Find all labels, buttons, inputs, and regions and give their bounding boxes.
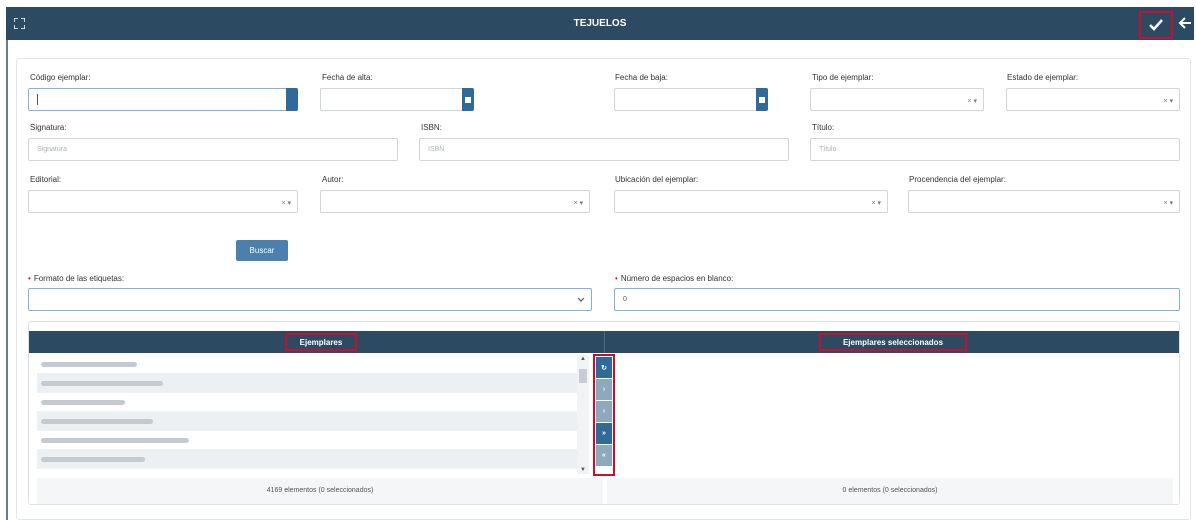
espacios-input[interactable]: 0 xyxy=(614,288,1180,311)
transfer-controls: ↻ › ‹ » « xyxy=(593,354,615,476)
title-bar: TEJUELOS xyxy=(6,7,1194,40)
list-item[interactable] xyxy=(37,374,585,393)
signatura-input[interactable]: Signatura xyxy=(28,138,398,161)
selected-list[interactable] xyxy=(618,355,1179,476)
procedencia-select[interactable]: × ▾ xyxy=(908,190,1180,213)
refresh-button[interactable]: ↻ xyxy=(596,357,612,378)
available-list-title: Ejemplares xyxy=(285,333,357,351)
selected-list-title: Ejemplares seleccionados xyxy=(819,333,967,351)
fecha-alta-label: Fecha de alta: xyxy=(322,73,373,82)
list-item[interactable] xyxy=(37,393,585,412)
isbn-input[interactable]: ISBN xyxy=(419,138,789,161)
available-count: 4169 elementos (0 seleccionados) xyxy=(37,478,603,504)
scroll-up-icon[interactable]: ▲ xyxy=(580,356,586,362)
isbn-label: ISBN: xyxy=(421,123,442,132)
text-cursor xyxy=(37,94,38,105)
espacios-value: 0 xyxy=(623,296,627,303)
formato-label: • Formato de las etiquetas: xyxy=(28,274,125,283)
formato-select[interactable] xyxy=(28,288,592,311)
required-mark: • xyxy=(28,274,31,283)
autor-select[interactable]: × ▾ xyxy=(320,190,590,213)
tipo-ejemplar-label: Tipo de ejemplar: xyxy=(812,73,874,82)
codigo-ejemplar-input[interactable] xyxy=(28,88,298,111)
selector-header: Ejemplares Ejemplares seleccionados xyxy=(29,331,1179,353)
ubicacion-select[interactable]: × ▾ xyxy=(614,190,888,213)
required-mark: • xyxy=(615,274,618,283)
available-list[interactable] xyxy=(37,355,585,474)
editorial-label: Editorial: xyxy=(30,175,62,184)
window-edge xyxy=(6,40,8,520)
ubicacion-label: Ubicación del ejemplar: xyxy=(615,175,699,184)
titulo-label: Título: xyxy=(812,123,835,132)
titulo-input[interactable]: Título xyxy=(810,138,1180,161)
move-left-button[interactable]: ‹ xyxy=(596,401,612,422)
chevron-down-icon xyxy=(577,297,585,302)
clear-dropdown-icon[interactable]: × ▾ xyxy=(967,97,977,105)
fecha-baja-label: Fecha de baja: xyxy=(615,73,668,82)
titulo-placeholder: Título xyxy=(819,146,837,153)
codigo-ejemplar-label: Código ejemplar: xyxy=(30,73,91,82)
autor-label: Autor: xyxy=(322,175,344,184)
list-scrollbar[interactable]: ▲ ▼ xyxy=(577,355,589,474)
calendar-icon[interactable] xyxy=(462,88,474,111)
editorial-select[interactable]: × ▾ xyxy=(28,190,298,213)
move-all-left-button[interactable]: « xyxy=(596,445,612,466)
clear-dropdown-icon[interactable]: × ▾ xyxy=(871,199,881,207)
scrollbar-thumb[interactable] xyxy=(579,369,587,383)
confirm-button[interactable] xyxy=(1139,11,1173,39)
list-item[interactable] xyxy=(37,450,585,469)
header-divider xyxy=(604,331,605,353)
espacios-label: • Número de espacios en blanco: xyxy=(615,274,734,283)
check-icon xyxy=(1149,19,1163,31)
clear-dropdown-icon[interactable]: × ▾ xyxy=(573,199,583,207)
calendar-icon[interactable] xyxy=(756,88,768,111)
clear-dropdown-icon[interactable]: × ▾ xyxy=(1163,97,1173,105)
search-button[interactable]: Buscar xyxy=(236,240,288,261)
list-item[interactable] xyxy=(37,412,585,431)
procedencia-label: Procendencia del ejemplar: xyxy=(909,175,1006,184)
isbn-placeholder: ISBN xyxy=(428,146,445,153)
list-item[interactable] xyxy=(37,355,585,374)
clear-dropdown-icon[interactable]: × ▾ xyxy=(1163,199,1173,207)
codigo-ejemplar-addon xyxy=(286,88,298,111)
clear-dropdown-icon[interactable]: × ▾ xyxy=(281,199,291,207)
signatura-label: Signatura: xyxy=(30,123,67,132)
move-all-right-button[interactable]: » xyxy=(596,423,612,444)
tipo-ejemplar-select[interactable]: × ▾ xyxy=(810,88,984,111)
arrow-left-icon[interactable] xyxy=(1178,16,1192,30)
fecha-alta-input[interactable] xyxy=(320,88,474,111)
dual-list-selector: Ejemplares Ejemplares seleccionados ▲ ▼ … xyxy=(28,321,1180,505)
estado-ejemplar-label: Estado de ejemplar: xyxy=(1007,73,1079,82)
fecha-baja-input[interactable] xyxy=(614,88,768,111)
estado-ejemplar-select[interactable]: × ▾ xyxy=(1006,88,1180,111)
signatura-placeholder: Signatura xyxy=(37,146,67,153)
move-right-button[interactable]: › xyxy=(596,379,612,400)
list-item[interactable] xyxy=(37,431,585,450)
page-title: TEJUELOS xyxy=(573,18,627,29)
selected-count: 0 elementos (0 seleccionados) xyxy=(607,478,1173,504)
scroll-down-icon[interactable]: ▼ xyxy=(580,467,586,473)
